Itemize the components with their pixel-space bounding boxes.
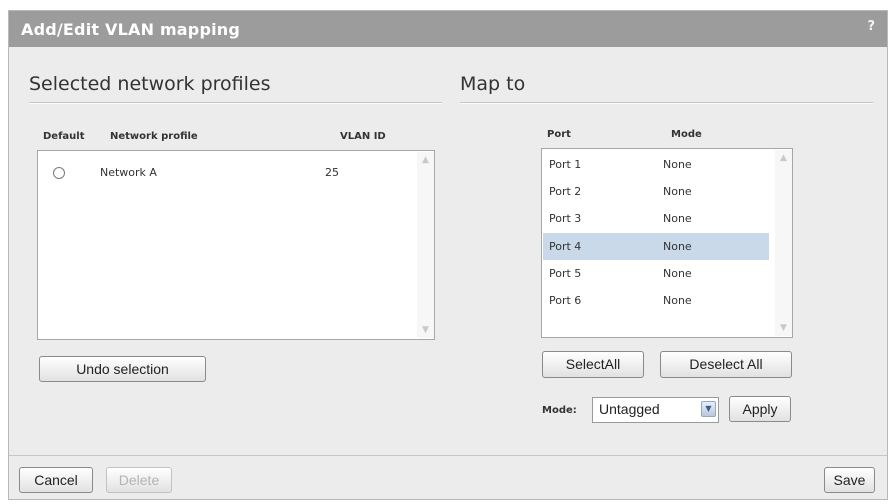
vlan-mapping-dialog: Add/Edit VLAN mapping ? Selected network… [8, 10, 888, 500]
port-row[interactable]: Port 6 None [543, 287, 769, 314]
select-all-button[interactable]: SelectAll [542, 351, 644, 378]
port-row-selected[interactable]: Port 4 None [543, 233, 769, 260]
column-header-mode: Mode [671, 129, 702, 140]
column-header-vlan-id: VLAN ID [340, 131, 386, 142]
save-button[interactable]: Save [824, 467, 875, 493]
mode-label: Mode: [542, 405, 577, 416]
dialog-title: Add/Edit VLAN mapping [21, 20, 241, 39]
mode-select-value: Untagged [599, 401, 660, 417]
port-list[interactable]: Port 1 None Port 2 None Port 3 None Port… [541, 148, 793, 338]
undo-selection-button[interactable]: Undo selection [39, 356, 206, 382]
port-name: Port 3 [549, 212, 582, 225]
port-name: Port 6 [549, 294, 582, 307]
vlan-id-value: 25 [325, 166, 339, 179]
chevron-down-icon[interactable]: ▼ [701, 401, 716, 417]
left-heading-divider [29, 102, 442, 104]
chevron-up-icon[interactable]: ▲ [776, 150, 791, 166]
port-name: Port 2 [549, 185, 582, 198]
help-icon[interactable]: ? [867, 19, 875, 34]
column-header-default: Default [43, 131, 85, 142]
port-row[interactable]: Port 2 None [543, 178, 769, 205]
chevron-up-icon[interactable]: ▲ [418, 152, 433, 168]
port-mode: None [663, 240, 692, 253]
selected-profiles-heading: Selected network profiles [29, 73, 271, 95]
port-mode: None [663, 185, 692, 198]
chevron-down-icon[interactable]: ▼ [418, 322, 433, 338]
column-header-port: Port [547, 129, 571, 140]
port-name: Port 1 [549, 158, 582, 171]
footer-divider [9, 455, 887, 456]
port-row[interactable]: Port 5 None [543, 260, 769, 287]
network-profile-name: Network A [100, 166, 157, 179]
profile-list-scrollbar[interactable]: ▲ ▼ [417, 152, 434, 338]
dialog-titlebar: Add/Edit VLAN mapping ? [9, 11, 887, 47]
port-list-scrollbar[interactable]: ▲ ▼ [775, 150, 792, 336]
apply-button[interactable]: Apply [729, 396, 791, 422]
port-mode: None [663, 294, 692, 307]
port-mode: None [663, 212, 692, 225]
port-name: Port 4 [549, 240, 582, 253]
mode-select[interactable]: Untagged ▼ [592, 397, 719, 423]
map-to-heading: Map to [460, 73, 526, 95]
right-heading-divider [460, 102, 873, 104]
cancel-button[interactable]: Cancel [19, 467, 93, 493]
network-profile-list[interactable]: Network A 25 ▲ ▼ [37, 150, 435, 340]
deselect-all-button[interactable]: Deselect All [660, 351, 792, 378]
chevron-down-icon[interactable]: ▼ [776, 320, 791, 336]
port-row[interactable]: Port 3 None [543, 205, 769, 232]
port-mode: None [663, 267, 692, 280]
column-header-network-profile: Network profile [110, 131, 198, 142]
port-row[interactable]: Port 1 None [543, 151, 769, 178]
delete-button[interactable]: Delete [106, 467, 172, 493]
port-mode: None [663, 158, 692, 171]
port-name: Port 5 [549, 267, 582, 280]
default-radio[interactable] [53, 167, 65, 179]
